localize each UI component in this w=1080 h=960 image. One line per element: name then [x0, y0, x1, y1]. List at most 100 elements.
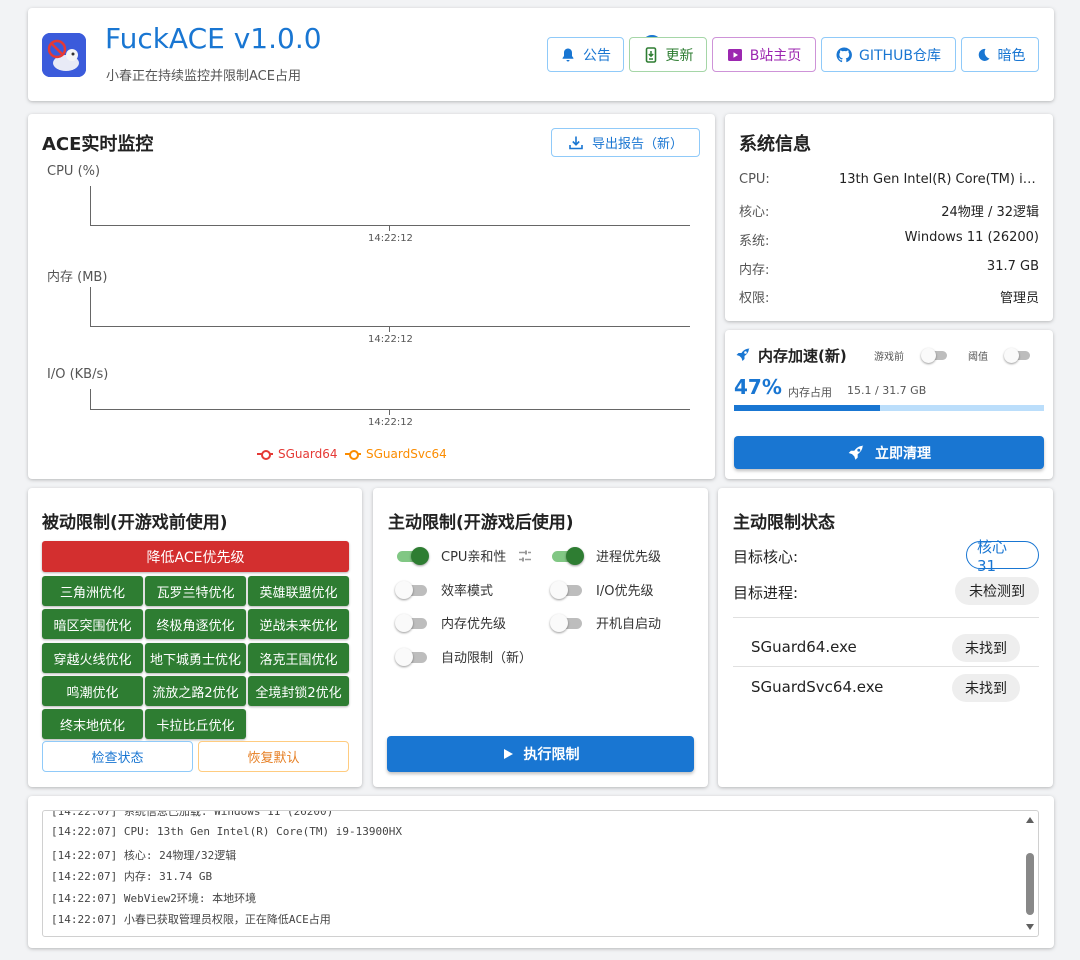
switch-auto-limit[interactable]: 自动限制（新）: [395, 647, 532, 666]
bilibili-button[interactable]: B站主页: [712, 37, 816, 72]
log-line: [14:22:07] 内存: 31.74 GB: [51, 870, 213, 883]
info-row-memory: 内存: 31.7 GB: [739, 259, 1039, 278]
switch-memory-priority[interactable]: 内存优先级: [395, 613, 506, 632]
memory-usage-fill: [734, 405, 880, 411]
play-icon: [503, 749, 513, 759]
scroll-up-icon[interactable]: [1025, 816, 1035, 824]
export-report-button[interactable]: 导出报告（新）: [551, 128, 700, 157]
game-opt-endfield[interactable]: 终末地优化: [42, 709, 143, 739]
rocket-icon: [848, 444, 864, 460]
switch-autostart[interactable]: 开机自启动: [550, 613, 661, 632]
info-row-os: 系统: Windows 11 (26200): [739, 230, 1039, 249]
before-game-toggle[interactable]: [921, 348, 949, 363]
io-chart-y-axis: [90, 389, 91, 410]
clean-now-button[interactable]: 立即清理: [734, 436, 1044, 469]
scroll-down-icon[interactable]: [1025, 923, 1035, 931]
game-opt-poe2[interactable]: 流放之路2优化: [145, 676, 246, 706]
legend-sguardsvc64[interactable]: SGuardSvc64: [345, 447, 447, 461]
dark-mode-button[interactable]: 暗色: [961, 37, 1039, 72]
game-opt-valorant[interactable]: 瓦罗兰特优化: [145, 576, 246, 606]
log-card: [14:22:07] 系统信息已加载: Windows 11 (26200) […: [28, 796, 1054, 948]
app-subtitle: 小春正在持续监控并限制ACE占用: [106, 69, 301, 84]
target-core-chip: 核心 31: [966, 538, 1039, 575]
memory-usage-bar: [734, 405, 1044, 411]
target-process-chip: 未检测到: [955, 577, 1039, 605]
switch-process-priority[interactable]: 进程优先级: [550, 546, 661, 565]
game-opt-crossfire[interactable]: 穿越火线优化: [42, 643, 143, 673]
memory-chart-y-axis: [90, 287, 91, 327]
switch-efficiency-mode[interactable]: 效率模式: [395, 580, 493, 599]
target-core-label: 目标核心:: [733, 548, 799, 566]
game-opt-ultimate-contest[interactable]: 终极角逐优化: [145, 609, 246, 639]
execute-limit-label: 执行限制: [523, 747, 580, 763]
scrollbar-thumb[interactable]: [1026, 853, 1034, 915]
legend-marker-icon: [345, 449, 361, 460]
clean-now-label: 立即清理: [875, 445, 931, 462]
cpu-chart-y-axis: [90, 186, 91, 226]
cpu-chart-tick: [389, 226, 390, 231]
memory-boost-card: 内存加速(新) 游戏前 阈值 47% 内存占用 15.1 / 31.7 GB 立…: [725, 330, 1053, 479]
status-divider: [733, 617, 1039, 618]
notice-button[interactable]: 公告: [547, 37, 624, 72]
switch-cpu-affinity[interactable]: CPU亲和性: [395, 546, 532, 565]
log-line: [14:22:07] 小春已获取管理员权限，正在降低ACE占用: [51, 913, 331, 926]
bilibili-label: B站主页: [749, 47, 802, 64]
game-opt-division2[interactable]: 全境封锁2优化: [248, 676, 349, 706]
check-status-button[interactable]: 检查状态: [42, 741, 193, 772]
active-limit-status-card: 主动限制状态 目标核心: 核心 31 目标进程: 未检测到 SGuard64.e…: [718, 488, 1053, 787]
io-chart-tick-label: 14:22:12: [368, 417, 413, 428]
export-report-label: 导出报告（新）: [591, 137, 683, 152]
memory-chart-x-axis: [90, 326, 690, 327]
memory-chart-tick: [389, 327, 390, 332]
io-chart-x-axis: [90, 409, 690, 410]
target-process-label: 目标进程:: [733, 584, 799, 602]
memory-usage-value: 15.1 / 31.7 GB: [847, 384, 927, 397]
game-opt-arena-breakout[interactable]: 暗区突围优化: [42, 609, 143, 639]
game-opt-lol[interactable]: 英雄联盟优化: [248, 576, 349, 606]
switch-io-priority[interactable]: I/O优先级: [550, 580, 653, 599]
legend-marker-icon: [257, 449, 273, 460]
update-button[interactable]: 更新: [629, 37, 707, 72]
game-opt-roco-kingdom[interactable]: 洛克王国优化: [248, 643, 349, 673]
status-divider: [733, 666, 1039, 667]
threshold-label: 阈值: [968, 352, 988, 363]
github-button[interactable]: GITHUB仓库: [821, 37, 956, 72]
game-opt-dnf[interactable]: 地下城勇士优化: [145, 643, 246, 673]
before-game-label: 游戏前: [874, 352, 904, 363]
log-output[interactable]: [14:22:07] 系统信息已加载: Windows 11 (26200) […: [42, 810, 1039, 937]
game-opt-nizhan[interactable]: 逆战未来优化: [248, 609, 349, 639]
legend-sguard64[interactable]: SGuard64: [257, 447, 337, 461]
io-chart-label: I/O (KB/s): [47, 367, 109, 382]
system-info-card: 系统信息 CPU:13th Gen Intel(R) Core(TM) i9-1…: [725, 114, 1053, 321]
game-opt-strinova[interactable]: 卡拉比丘优化: [145, 709, 246, 739]
notice-label: 公告: [583, 47, 611, 64]
cpu-chart-label: CPU (%): [47, 164, 101, 179]
log-line: [14:22:07] CPU: 13th Gen Intel(R) Core(T…: [51, 825, 402, 838]
game-opt-wuthering[interactable]: 鸣潮优化: [42, 676, 143, 706]
update-label: 更新: [665, 47, 694, 64]
cpu-chart-tick-label: 14:22:12: [368, 233, 413, 244]
moon-icon: [978, 48, 989, 61]
monitor-title: ACE实时监控: [42, 134, 154, 155]
memory-chart-label: 内存 (MB): [47, 270, 108, 285]
restore-default-button[interactable]: 恢复默认: [198, 741, 349, 772]
bell-icon: [562, 48, 574, 61]
system-info-title: 系统信息: [739, 134, 811, 155]
threshold-toggle[interactable]: [1004, 348, 1032, 363]
log-scrollbar[interactable]: [1022, 811, 1038, 936]
game-opt-delta[interactable]: 三角洲优化: [42, 576, 143, 606]
passive-limit-title: 被动限制(开游戏前使用): [42, 513, 228, 533]
app-header: FuckACE v1.0.0 小春正在持续监控并限制ACE占用 公告 3 更新 …: [28, 8, 1054, 101]
log-line: [14:22:07] WebView2环境: 本地环境: [51, 892, 257, 905]
dark-mode-label: 暗色: [997, 47, 1026, 64]
process-name: SGuardSvc64.exe: [751, 678, 884, 696]
log-line: [14:22:07] 系统信息已加载: Windows 11 (26200): [51, 810, 334, 818]
github-label: GITHUB仓库: [859, 47, 941, 64]
passive-limit-card: 被动限制(开游戏前使用) 降低ACE优先级 三角洲优化 瓦罗兰特优化 英雄联盟优…: [28, 488, 362, 787]
execute-limit-button[interactable]: 执行限制: [387, 736, 694, 772]
active-limit-title: 主动限制(开游戏后使用): [388, 513, 574, 533]
process-name: SGuard64.exe: [751, 638, 857, 656]
status-title: 主动限制状态: [733, 513, 835, 533]
lower-ace-priority-button[interactable]: 降低ACE优先级: [42, 541, 349, 572]
download-icon: [569, 136, 583, 149]
